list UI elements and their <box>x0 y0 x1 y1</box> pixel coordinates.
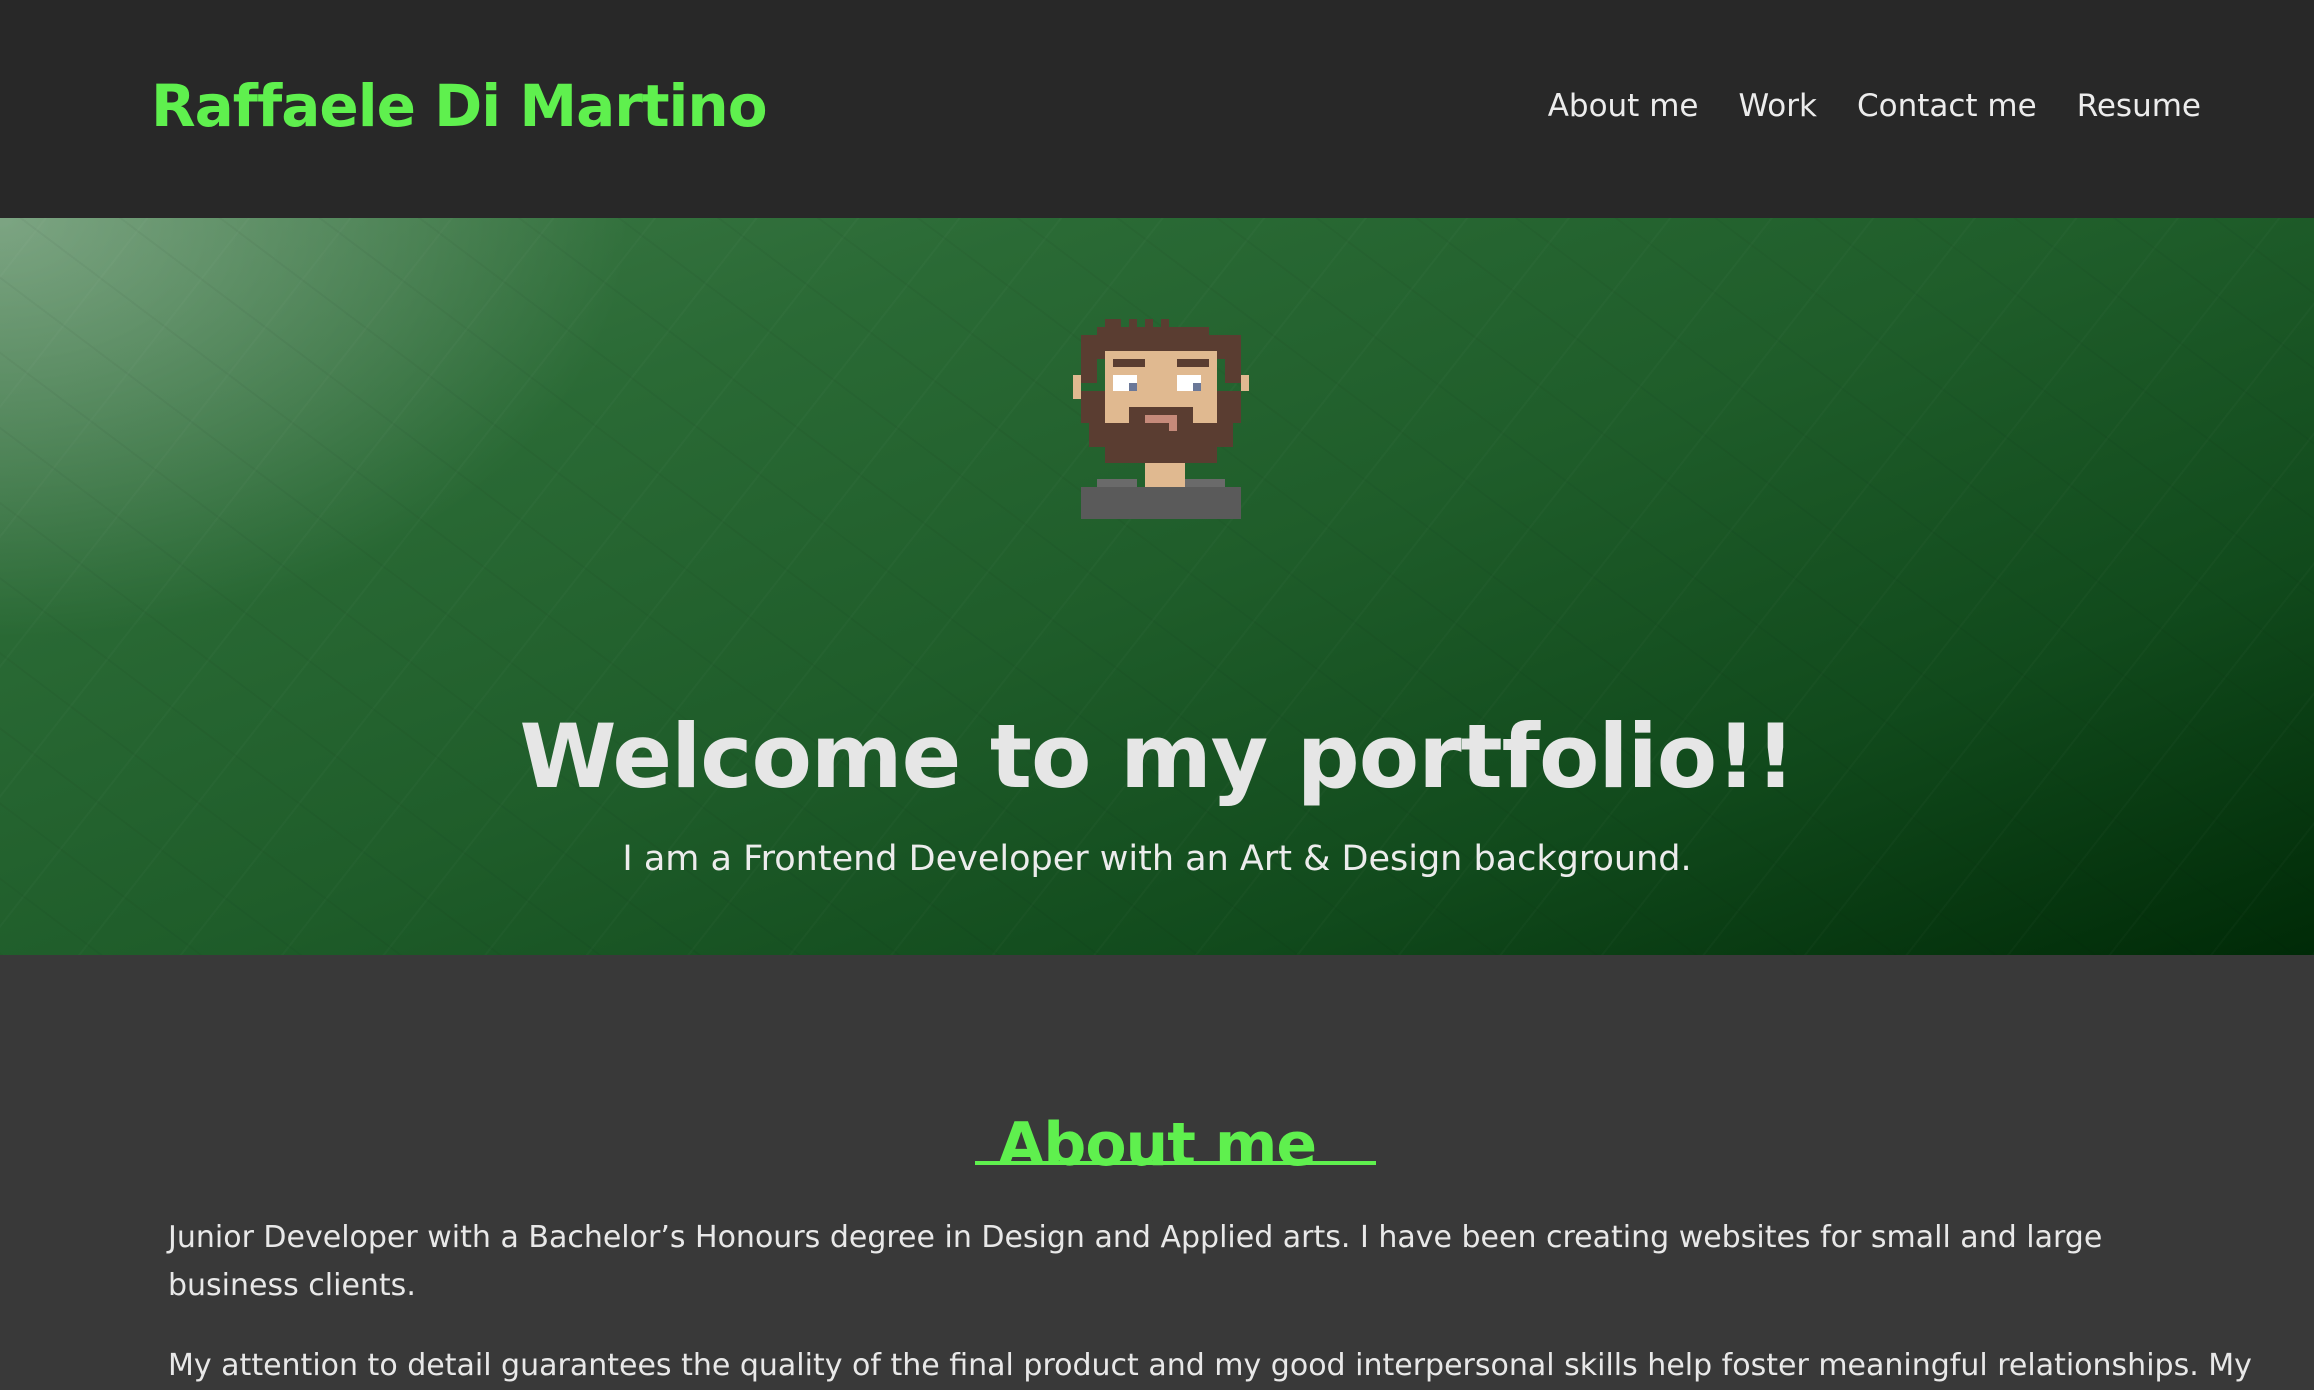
hero-title: Welcome to my portfolio!! <box>519 704 1796 808</box>
pixel-art-avatar-icon <box>1073 319 1249 519</box>
about-paragraph: My attention to detail guarantees the qu… <box>168 1348 2252 1383</box>
hero-subtitle: I am a Frontend Developer with an Art & … <box>622 839 1692 879</box>
site-brand[interactable]: Raffaele Di Martino <box>151 72 768 140</box>
about-title-underline <box>975 1161 1376 1165</box>
nav-work[interactable]: Work <box>1738 88 1817 124</box>
nav-about-me[interactable]: About me <box>1548 88 1699 124</box>
site-header: Raffaele Di Martino About me Work Contac… <box>0 0 2314 218</box>
about-title: About me <box>997 1109 1317 1180</box>
nav-contact-me[interactable]: Contact me <box>1857 88 2037 124</box>
hero-section: Welcome to my portfolio!! I am a Fronten… <box>0 218 2314 955</box>
about-paragraph: Junior Developer with a Bachelor’s Honou… <box>168 1220 2103 1303</box>
main-nav: About me Work Contact me Resume <box>1548 88 2201 124</box>
nav-resume[interactable]: Resume <box>2077 88 2201 124</box>
